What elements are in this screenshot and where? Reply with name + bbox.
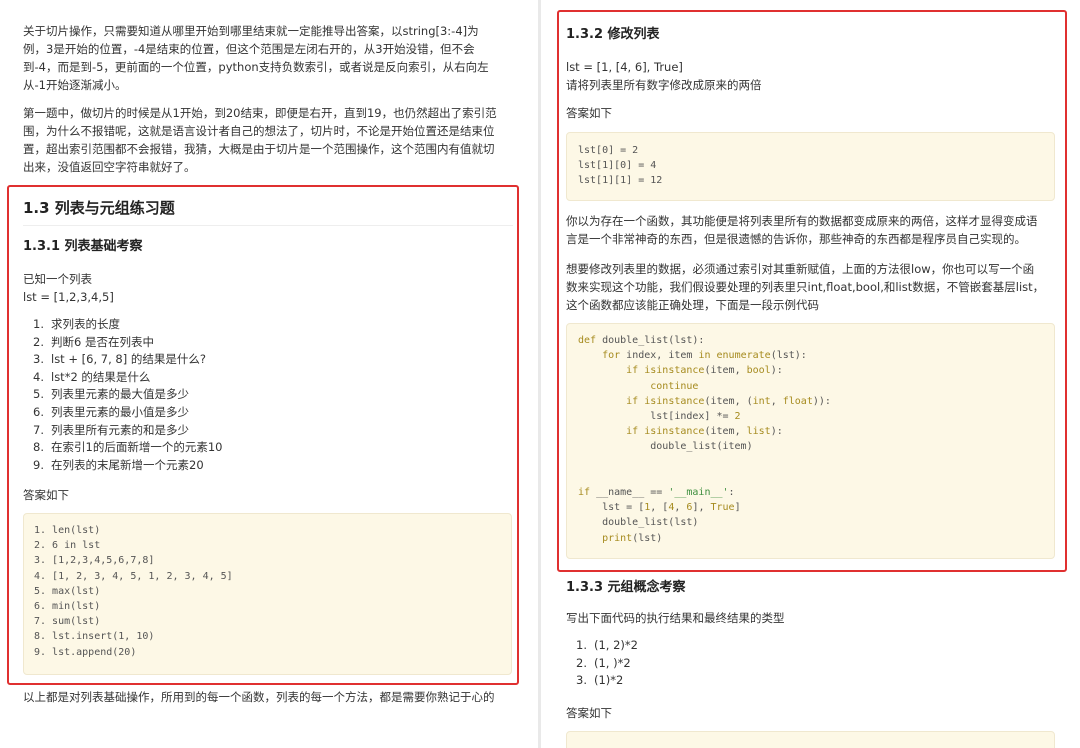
example-code-block: def double_list(lst): for index, item in…: [566, 323, 1055, 559]
closing-paragraph: 以上都是对列表基础操作，所用到的每一个函数，列表的每一个方法，都是需要你熟记于心…: [23, 690, 495, 704]
subsection-title-1-3-2: 1.3.2 修改列表: [566, 27, 660, 42]
left-column: 关于切片操作，只需要知道从哪里开始到哪里结束就一定能推导出答案，以string[…: [0, 0, 538, 748]
code-line: lst = [1, [4, 6], True]: [578, 502, 741, 514]
answer-label-2: 答案如下: [566, 706, 612, 720]
code-line: 1. len(lst): [34, 525, 101, 536]
list-item: 4. lst*2 的结果是什么: [33, 369, 151, 384]
answer-code-block: 1. len(lst) 2. 6 in lst 3. [1,2,3,4,5,6,…: [23, 513, 512, 675]
code-line: 7. sum(lst): [34, 616, 101, 628]
list-item: 7. 列表里所有元素的和是多少: [33, 422, 189, 437]
page: 关于切片操作，只需要知道从哪里开始到哪里结束就一定能推导出答案，以string[…: [0, 0, 1080, 748]
code-line: continue: [578, 380, 699, 392]
code-line: 8. lst.insert(1, 10): [34, 631, 155, 643]
right-column: 1.3.2 修改列表 lst = [1, [4, 6], True] 请将列表里…: [541, 0, 1080, 748]
code-line: 6. min(lst): [34, 601, 101, 613]
explanation-paragraph-2: 想要修改列表里的数据，必须通过索引对其重新赋值，上面的方法很low，你也可以写一…: [566, 262, 1045, 312]
code-line: def double_list(lst):: [578, 335, 705, 346]
code-line: 2. 6 in lst: [34, 540, 101, 552]
code-line: lst[0] = 2: [578, 145, 639, 156]
code-line: double_list(lst): [578, 517, 699, 529]
code-line: double_list(item): [578, 441, 753, 453]
intro-paragraph-1: 关于切片操作，只需要知道从哪里开始到哪里结束就一定能推导出答案，以string[…: [23, 24, 489, 92]
list-item: 3. (1)*2: [576, 673, 624, 688]
section-title: 1.3 列表与元组练习题: [23, 199, 175, 217]
list-item: 2. 判断6 是否在列表中: [33, 334, 154, 349]
tuple-answer-code-block: [566, 731, 1055, 748]
explanation-paragraph-1: 你以为存在一个函数，其功能便是将列表里所有的数据都变成原来的两倍，这样才显得变成…: [566, 214, 1038, 246]
subsection-title-1-3-3: 1.3.3 元组概念考察: [566, 580, 686, 595]
answer-label: 答案如下: [566, 106, 612, 120]
tuple-task: 写出下面代码的执行结果和最终结果的类型: [566, 611, 785, 625]
answer-label: 答案如下: [23, 488, 69, 502]
list-item: 6. 列表里元素的最小值是多少: [33, 404, 189, 419]
code-line: if isinstance(item, (int, float)):: [578, 395, 831, 407]
modify-intro: lst = [1, [4, 6], True] 请将列表里所有数字修改成原来的两…: [566, 60, 762, 92]
section-divider: [23, 225, 513, 226]
code-line: if isinstance(item, list):: [578, 426, 783, 438]
list-item: 9. 在列表的末尾新增一个元素20: [33, 457, 204, 472]
code-line: 5. max(lst): [34, 585, 101, 597]
code-line: lst[1][0] = 4: [578, 160, 657, 172]
list-item: 1. (1, 2)*2: [576, 638, 638, 652]
code-line: lst[1][1] = 12: [578, 175, 663, 187]
list-intro: 已知一个列表 lst = [1,2,3,4,5]: [23, 272, 114, 304]
answer-code-block: lst[0] = 2 lst[1][0] = 4 lst[1][1] = 12: [566, 132, 1055, 201]
code-line: 9. lst.append(20): [34, 646, 137, 658]
list-item: 3. lst + [6, 7, 8] 的结果是什么?: [33, 352, 206, 367]
code-line: 4. [1, 2, 3, 4, 5, 1, 2, 3, 4, 5]: [34, 570, 233, 582]
code-line: 3. [1,2,3,4,5,6,7,8]: [34, 555, 155, 567]
question-list: 1. 求列表的长度 2. 判断6 是否在列表中 3. lst + [6, 7, 8] …: [23, 316, 513, 474]
intro-paragraph-2: 第一题中，做切片的时候是从1开始，到20结束，即便是右开，直到19，也仍然超出了…: [23, 106, 497, 174]
subsection-title-1-3-1: 1.3.1 列表基础考察: [23, 239, 143, 254]
code-line: if __name__ == '__main__':: [578, 487, 735, 499]
list-item: 1. 求列表的长度: [33, 317, 120, 331]
list-item: 8. 在索引1的后面新增一个的元素10: [33, 440, 223, 455]
list-item: 5. 列表里元素的最大值是多少: [33, 387, 189, 402]
list-item: 2. (1, )*2: [576, 655, 631, 670]
code-line: if isinstance(item, bool):: [578, 365, 783, 377]
code-line: for index, item in enumerate(lst):: [578, 350, 807, 362]
code-line: lst[index] *= 2: [578, 411, 741, 423]
tuple-list: 1. (1, 2)*2 2. (1, )*2 3. (1)*2: [566, 637, 1046, 690]
code-line: print(lst): [602, 532, 663, 544]
